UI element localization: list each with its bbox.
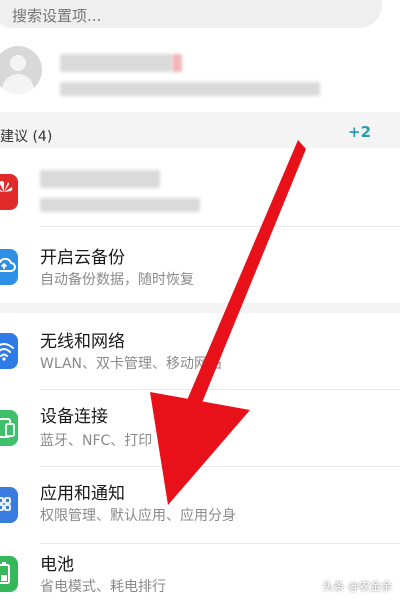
cloud-backup-title: 开启云备份 — [40, 248, 125, 268]
avatar — [0, 46, 42, 94]
cloud-backup-subtitle: 自动备份数据，随时恢复 — [40, 272, 194, 288]
huawei-subtitle-blurred — [40, 198, 200, 212]
battery-subtitle: 省电模式、耗电排行 — [40, 579, 166, 595]
suggestions-more-count[interactable]: +2 — [348, 123, 371, 141]
huawei-title-blurred — [40, 170, 160, 188]
suggestion-huawei-row[interactable] — [0, 148, 400, 226]
section-gap — [0, 303, 400, 313]
battery-title: 电池 — [40, 555, 74, 575]
search-bar[interactable] — [0, 0, 382, 28]
account-name-blurred-accent — [172, 54, 182, 72]
watermark: 头条 @农金余 — [322, 580, 393, 593]
device-connection-subtitle: 蓝牙、NFC、打印 — [40, 433, 153, 449]
section-band — [0, 112, 400, 148]
apps-grid-icon — [0, 487, 18, 523]
suggestions-title: 建议 (4) — [0, 129, 53, 145]
huawei-logo-icon — [0, 174, 18, 210]
wifi-icon — [0, 333, 18, 369]
cloud-backup-icon — [0, 249, 18, 285]
apps-notifications-subtitle: 权限管理、默认应用、应用分身 — [40, 508, 236, 524]
account-row[interactable] — [0, 38, 400, 112]
account-details-blurred — [60, 82, 320, 96]
battery-icon — [0, 556, 18, 592]
apps-notifications-title: 应用和通知 — [40, 484, 125, 504]
device-connection-icon — [0, 410, 18, 446]
apps-notifications-row[interactable]: 应用和通知 权限管理、默认应用、应用分身 — [0, 467, 400, 543]
account-name-blurred — [60, 54, 172, 72]
wireless-networks-title: 无线和网络 — [40, 332, 125, 352]
device-connection-title: 设备连接 — [40, 407, 108, 427]
wireless-networks-subtitle: WLAN、双卡管理、移动网络 — [40, 356, 223, 372]
cloud-backup-row[interactable]: 开启云备份 自动备份数据，随时恢复 — [0, 227, 400, 303]
wireless-networks-row[interactable]: 无线和网络 WLAN、双卡管理、移动网络 — [0, 313, 400, 389]
search-input[interactable] — [10, 4, 354, 28]
device-connection-row[interactable]: 设备连接 蓝牙、NFC、打印 — [0, 390, 400, 466]
